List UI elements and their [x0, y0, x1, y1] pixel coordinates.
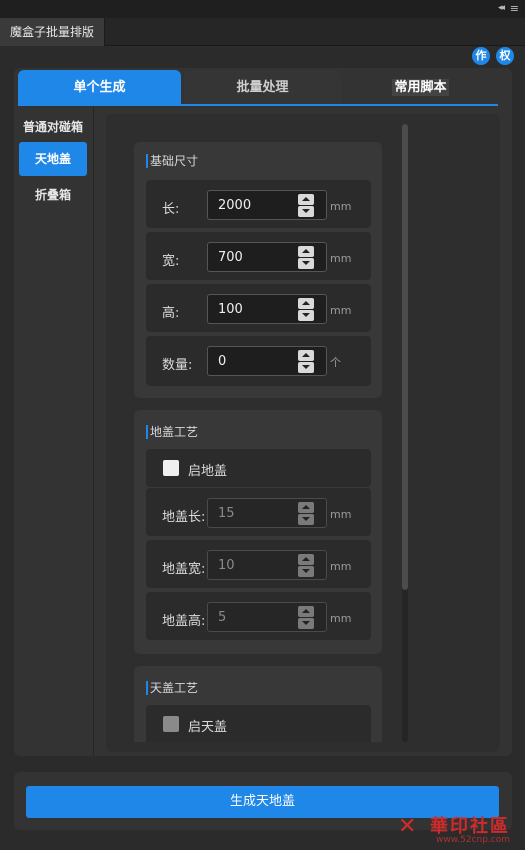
height-value: 100: [218, 302, 243, 317]
step-up-icon[interactable]: [298, 194, 314, 205]
scrollbar-thumb[interactable]: [402, 124, 408, 590]
bottom-lid-height-value: 5: [218, 610, 227, 625]
watermark-url: www.52cnp.com: [436, 835, 511, 845]
bottom-lid-height-unit: mm: [330, 612, 352, 625]
enable-bottom-lid-row: [146, 449, 371, 487]
bottom-lid-length-input[interactable]: 15: [207, 498, 327, 528]
top-lid-title: 天盖工艺: [146, 681, 198, 695]
height-input[interactable]: 100: [207, 294, 327, 324]
quantity-stepper[interactable]: [298, 350, 314, 373]
enable-top-lid-checkbox[interactable]: [163, 716, 179, 732]
bottom-lid-width-stepper[interactable]: [298, 554, 314, 577]
panel-tab-row: 魔盒子批量排版: [0, 18, 525, 46]
step-up-icon[interactable]: [298, 298, 314, 309]
width-input[interactable]: 700: [207, 242, 327, 272]
panel-tab[interactable]: 魔盒子批量排版: [0, 18, 106, 46]
tab-common-scripts[interactable]: 常用脚本: [345, 70, 496, 104]
tab-common-scripts-label: 常用脚本: [392, 79, 449, 96]
enable-bottom-lid-label[interactable]: 启地盖: [188, 460, 227, 479]
width-value: 700: [218, 250, 243, 265]
quantity-label: 数量:: [162, 358, 193, 373]
width-unit: mm: [330, 252, 352, 265]
height-label: 高:: [162, 306, 180, 321]
bottom-lid-title: 地盖工艺: [146, 425, 198, 439]
quantity-value: 0: [218, 354, 227, 369]
bottom-lid-height-label: 地盖高:: [162, 614, 206, 629]
step-up-icon[interactable]: [298, 246, 314, 257]
step-up-icon[interactable]: [298, 350, 314, 361]
length-stepper[interactable]: [298, 194, 314, 217]
author-icon[interactable]: 作: [472, 47, 490, 65]
nav-item-regular-box[interactable]: 普通对碰箱: [19, 110, 87, 144]
basic-size-title: 基础尺寸: [146, 154, 198, 168]
step-down-icon[interactable]: [298, 618, 314, 629]
length-unit: mm: [330, 200, 352, 213]
bottom-lid-length-unit: mm: [330, 508, 352, 521]
step-up-icon[interactable]: [298, 502, 314, 513]
bottom-lid-width-unit: mm: [330, 560, 352, 573]
step-down-icon[interactable]: [298, 566, 314, 577]
collapse-icon[interactable]: ◂◂: [498, 3, 505, 13]
nav-item-folding-box[interactable]: 折叠箱: [19, 178, 87, 212]
width-label: 宽:: [162, 254, 180, 269]
bottom-lid-width-value: 10: [218, 558, 235, 573]
step-down-icon[interactable]: [298, 310, 314, 321]
height-unit: mm: [330, 304, 352, 317]
tab-batch-process[interactable]: 批量处理: [184, 70, 341, 104]
watermark: ✕ 華印社區 www.52cnp.com: [396, 810, 525, 850]
bottom-lid-length-stepper[interactable]: [298, 502, 314, 525]
bottom-lid-length-label: 地盖长:: [162, 510, 206, 525]
length-input[interactable]: 2000: [207, 190, 327, 220]
box-type-nav: 普通对碰箱 天地盖 折叠箱: [14, 106, 94, 756]
watermark-logo-icon: ✕: [398, 814, 417, 839]
enable-top-lid-label[interactable]: 启天盖: [188, 716, 227, 735]
quantity-unit: 个: [330, 356, 341, 369]
step-down-icon[interactable]: [298, 362, 314, 373]
step-up-icon[interactable]: [298, 554, 314, 565]
nav-item-lid-box[interactable]: 天地盖: [19, 142, 87, 176]
tab-single-generate[interactable]: 单个生成: [18, 70, 181, 104]
quantity-input[interactable]: 0: [207, 346, 327, 376]
bottom-lid-width-label: 地盖宽:: [162, 562, 206, 577]
length-value: 2000: [218, 198, 252, 213]
panel-menu-icon[interactable]: ≡: [510, 2, 519, 15]
bottom-lid-width-input[interactable]: 10: [207, 550, 327, 580]
license-icon[interactable]: 权: [496, 47, 514, 65]
step-down-icon[interactable]: [298, 258, 314, 269]
step-down-icon[interactable]: [298, 514, 314, 525]
step-up-icon[interactable]: [298, 606, 314, 617]
height-stepper[interactable]: [298, 298, 314, 321]
width-stepper[interactable]: [298, 246, 314, 269]
bottom-lid-height-input[interactable]: 5: [207, 602, 327, 632]
step-down-icon[interactable]: [298, 206, 314, 217]
enable-top-lid-row: [146, 705, 371, 742]
nav-divider: [93, 106, 94, 756]
length-label: 长:: [162, 202, 180, 217]
panel-titlebar: ◂◂ ≡: [0, 0, 525, 18]
bottom-lid-height-stepper[interactable]: [298, 606, 314, 629]
bottom-lid-length-value: 15: [218, 506, 235, 521]
enable-bottom-lid-checkbox[interactable]: [163, 460, 179, 476]
